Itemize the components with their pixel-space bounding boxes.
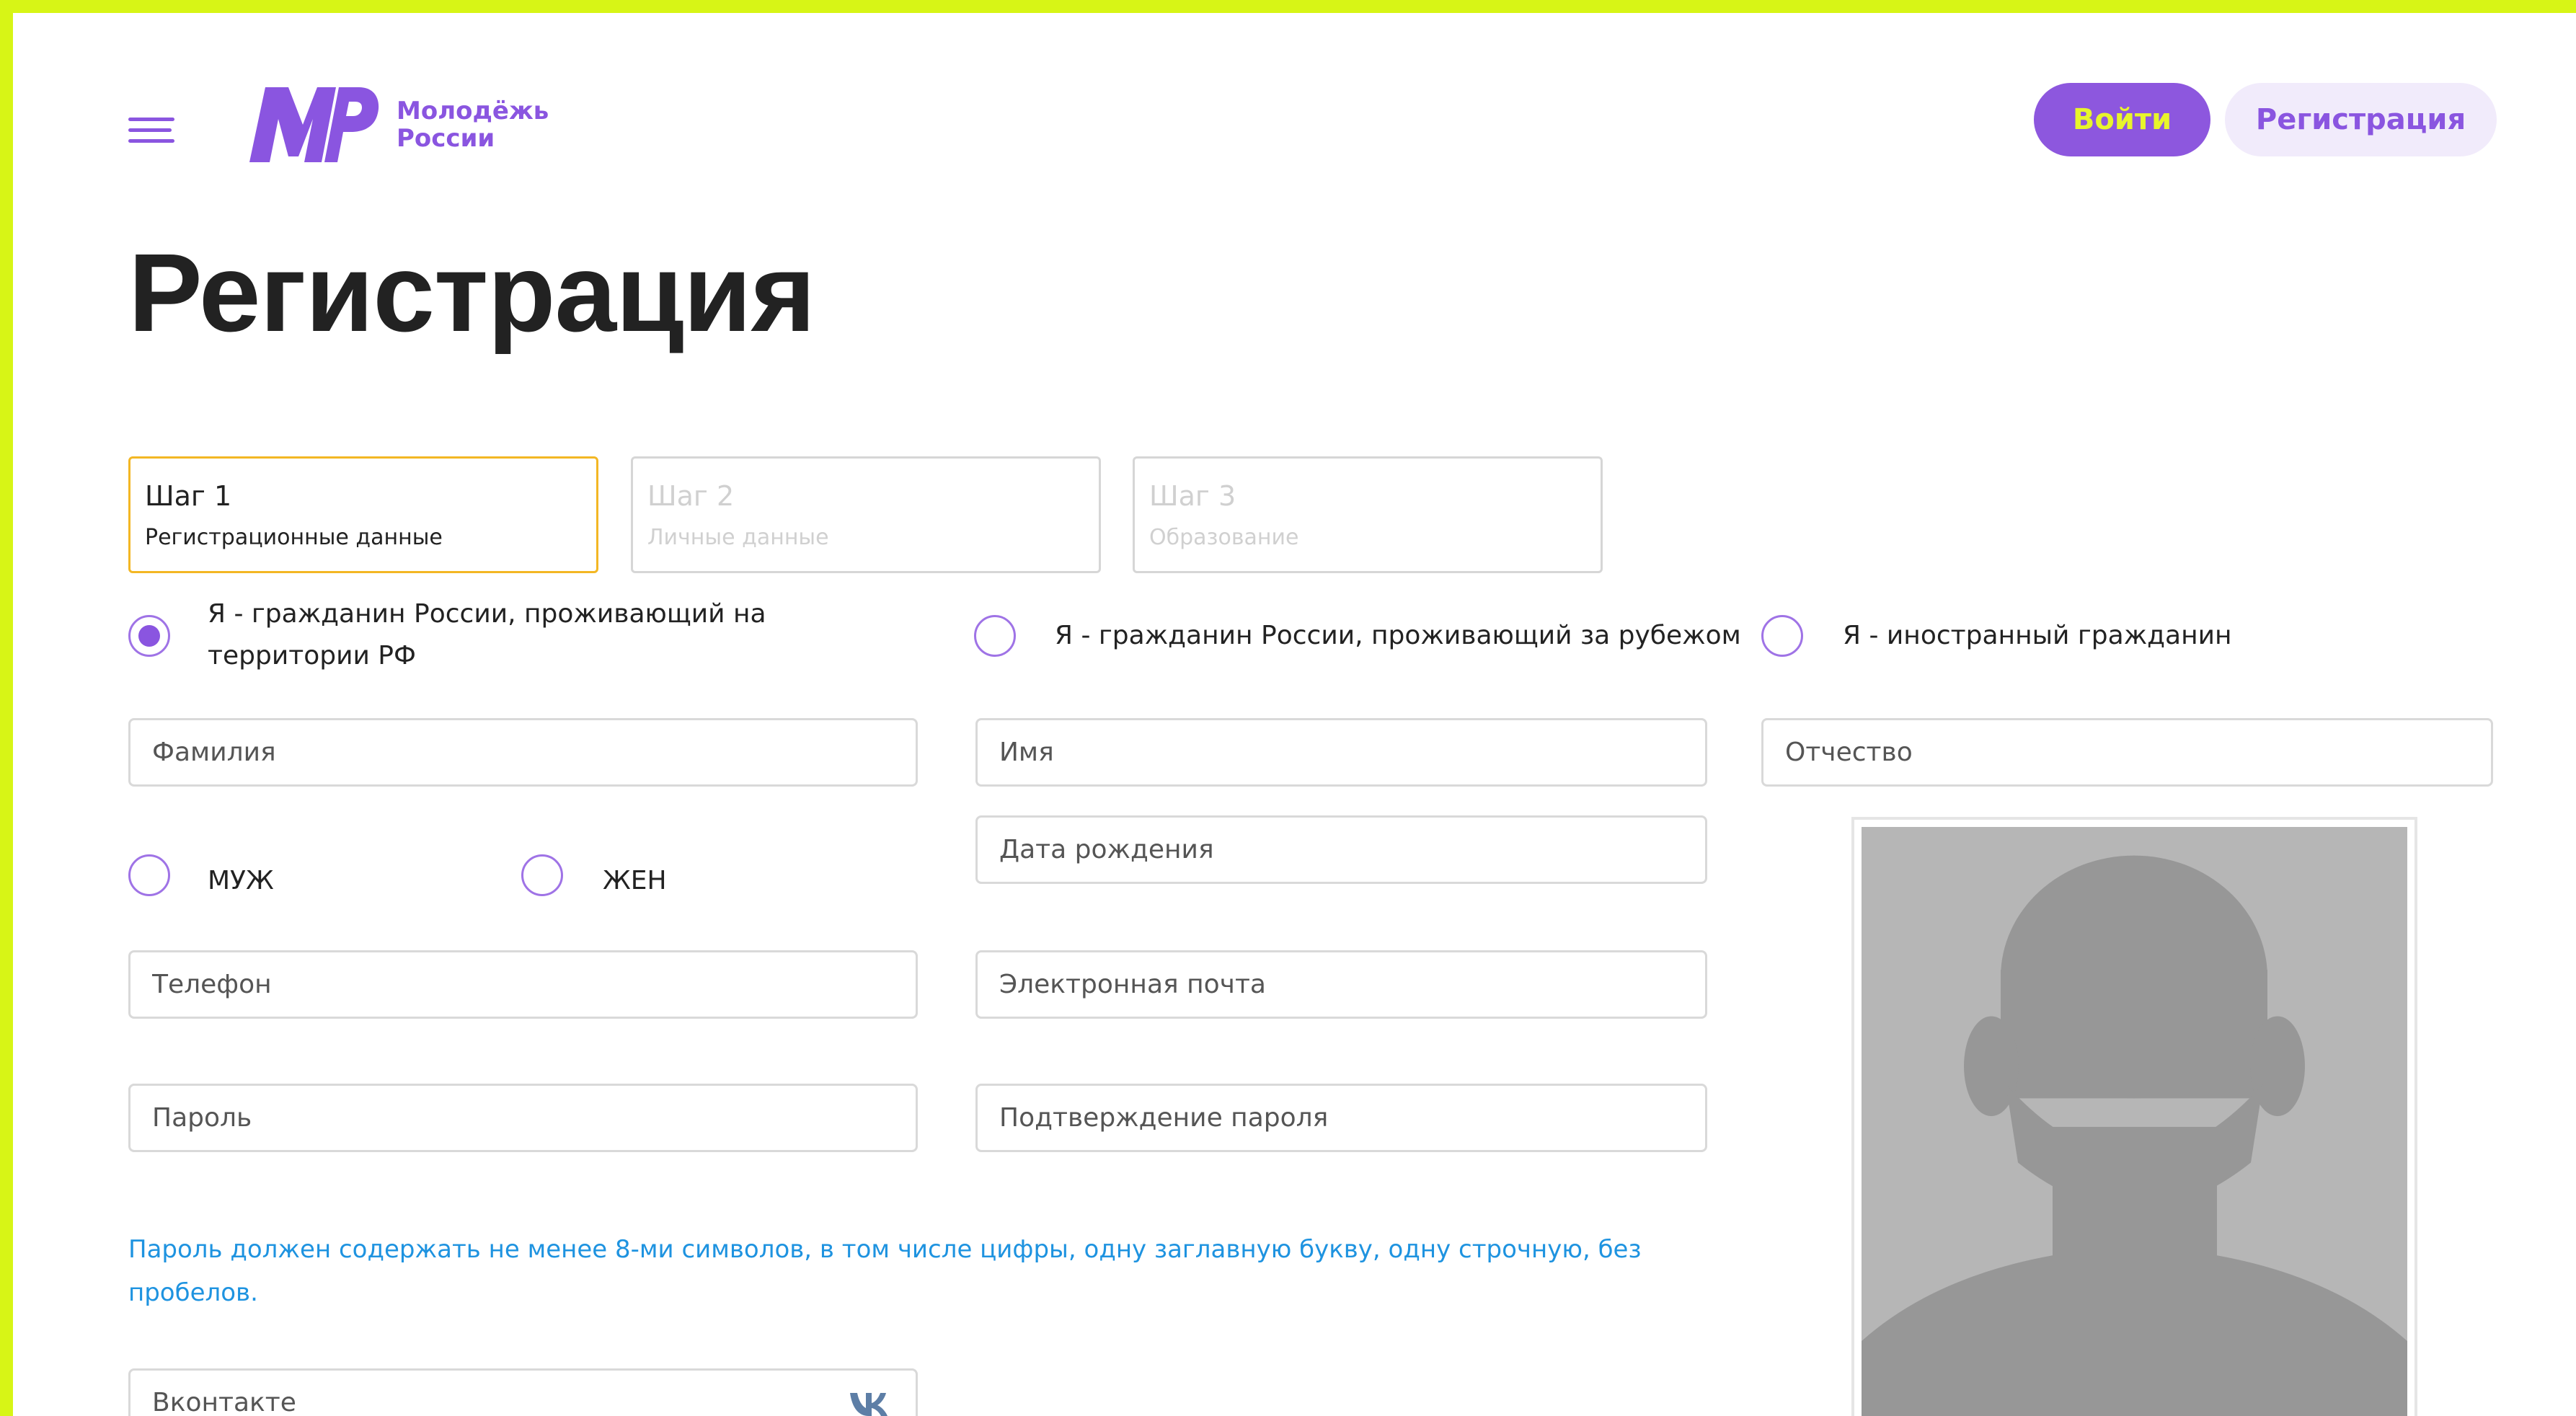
- register-button[interactable]: Регистрация: [2225, 83, 2497, 156]
- citizenship-label-abroad: Я - гражданин России, проживающий за руб…: [1055, 621, 1741, 650]
- citizenship-label-foreign: Я - иностранный гражданин: [1843, 621, 2232, 650]
- vk-input[interactable]: [128, 1368, 918, 1416]
- citizenship-radio-resident[interactable]: [128, 615, 170, 657]
- step-number: Шаг 1: [145, 480, 232, 512]
- gender-label-female: ЖЕН: [603, 866, 667, 895]
- citizenship-radio-foreign[interactable]: [1761, 615, 1803, 657]
- phone-input[interactable]: [128, 950, 918, 1019]
- step-label: Образование: [1149, 525, 1299, 550]
- logo-mark-icon: [249, 87, 379, 162]
- password-input[interactable]: [128, 1084, 918, 1152]
- registration-page: Молодёжь России Войти Регистрация Регист…: [13, 13, 2576, 1416]
- step-label: Личные данные: [647, 525, 829, 550]
- hamburger-menu-icon[interactable]: [128, 118, 174, 145]
- logo-line2: России: [397, 124, 495, 153]
- gender-radio-male[interactable]: [128, 854, 170, 896]
- citizenship-radio-abroad[interactable]: [974, 615, 1016, 657]
- first-name-input[interactable]: [975, 718, 1707, 787]
- login-button[interactable]: Войти: [2034, 83, 2210, 156]
- step-number: Шаг 3: [1149, 480, 1236, 512]
- gender-radio-female[interactable]: [521, 854, 563, 896]
- logo-line1: Молодёжь: [397, 97, 549, 125]
- birth-date-input[interactable]: [975, 815, 1707, 884]
- email-input[interactable]: [975, 950, 1707, 1019]
- step-number: Шаг 2: [647, 480, 735, 512]
- photo-upload-frame[interactable]: [1851, 817, 2417, 1416]
- gender-label-male: МУЖ: [208, 866, 274, 895]
- middle-name-input[interactable]: [1761, 718, 2493, 787]
- last-name-input[interactable]: [128, 718, 918, 787]
- logo-text: Молодёжь России: [397, 97, 549, 152]
- step-1[interactable]: Шаг 1 Регистрационные данные: [128, 456, 598, 573]
- vk-field-wrapper: [128, 1368, 918, 1416]
- step-3[interactable]: Шаг 3 Образование: [1133, 456, 1603, 573]
- citizenship-label-resident: Я - гражданин России, проживающий на тер…: [208, 599, 766, 671]
- password-confirm-input[interactable]: [975, 1084, 1707, 1152]
- page-title: Регистрация: [128, 231, 815, 355]
- step-label: Регистрационные данные: [145, 525, 443, 550]
- step-2[interactable]: Шаг 2 Личные данные: [631, 456, 1101, 573]
- vk-icon: [850, 1393, 888, 1416]
- password-hint: Пароль должен содержать не менее 8-ми си…: [128, 1235, 1642, 1307]
- avatar-silhouette-icon: [1862, 827, 2407, 1416]
- logo[interactable]: Молодёжь России: [244, 81, 549, 168]
